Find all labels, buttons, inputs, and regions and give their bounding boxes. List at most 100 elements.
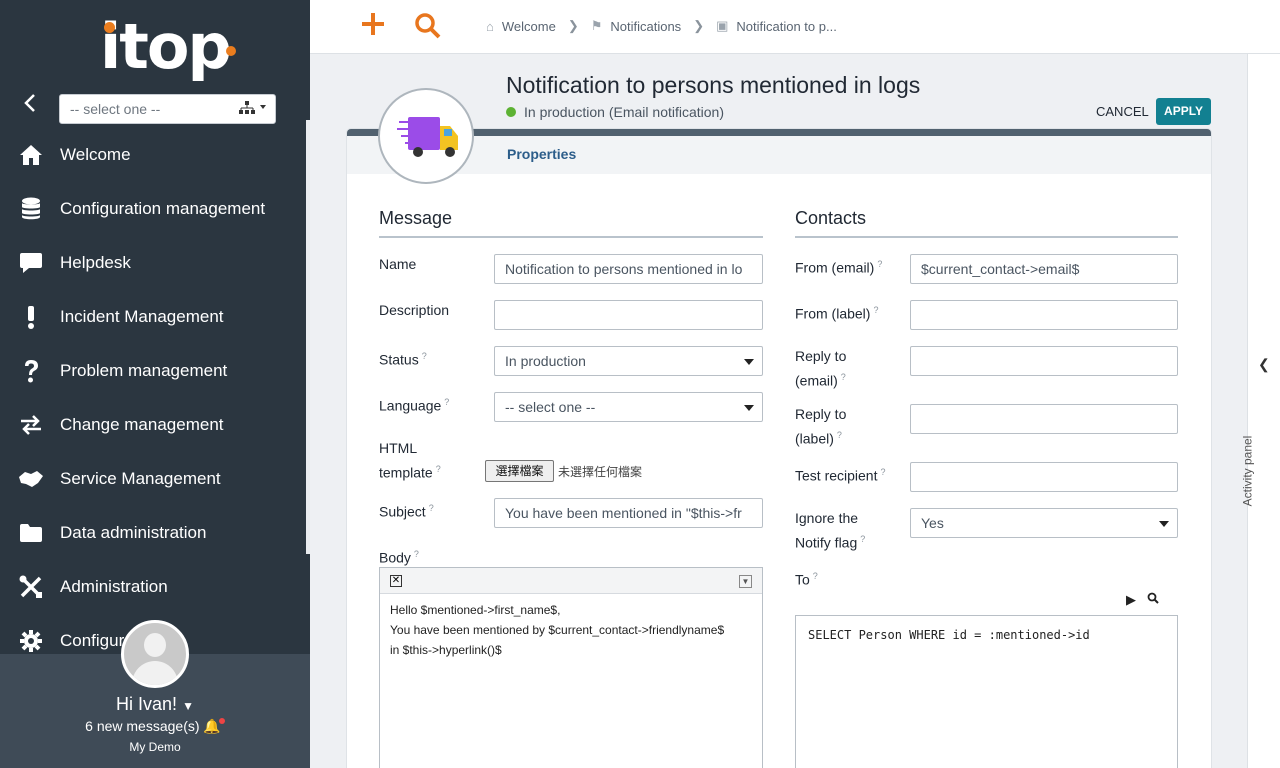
from-label-label-text: From (label) — [795, 305, 871, 322]
from-email-field[interactable]: $current_contact->email$ — [910, 254, 1178, 284]
html-template-label-line1: HTML — [379, 440, 418, 456]
oql-tools: ▶ — [1126, 592, 1159, 608]
menu-label: Welcome — [60, 145, 131, 164]
user-greeting-text: Hi Ivan! — [116, 694, 178, 714]
reply-to-email-label-line2: (email) — [795, 372, 838, 389]
question-icon — [18, 358, 44, 384]
new-messages-text: 6 new message(s) — [85, 718, 200, 734]
choose-file-button[interactable]: 選擇檔案 — [485, 460, 554, 482]
itop-logo[interactable]: itop — [96, 10, 246, 83]
activity-panel[interactable]: ❮ Activity panel — [1240, 54, 1280, 768]
help-icon[interactable]: ? — [880, 467, 885, 477]
search-icon[interactable] — [414, 12, 444, 42]
menu-item-configuration[interactable]: Configuration management — [0, 182, 306, 236]
reply-to-label-label: Reply to (label)? — [795, 404, 846, 450]
gear-icon — [18, 628, 44, 654]
menu-item-change[interactable]: Change management — [0, 398, 306, 452]
menu-item-data-admin[interactable]: Data administration — [0, 506, 306, 560]
body-editor[interactable]: ✕ ▼ Hello $mentioned->first_name$, You h… — [379, 567, 763, 768]
from-label-label: From (label)? — [795, 300, 878, 325]
reply-to-label-label-line2: (label) — [795, 430, 834, 447]
menu-label: Change management — [60, 415, 224, 434]
body-label-text: Body — [379, 549, 411, 566]
user-greeting[interactable]: Hi Ivan! ▼ — [0, 694, 310, 715]
help-icon[interactable]: ? — [414, 549, 419, 559]
help-icon[interactable]: ? — [877, 259, 882, 269]
dropdown-arrow-icon — [744, 405, 754, 411]
status-label-text: Status — [379, 351, 419, 368]
language-select[interactable]: -- select one -- — [494, 392, 763, 422]
menu-item-incident[interactable]: Incident Management — [0, 290, 306, 344]
status-select[interactable]: In production — [494, 346, 763, 376]
editor-menu-icon[interactable]: ▼ — [739, 575, 752, 588]
menu-item-administration[interactable]: Administration — [0, 560, 306, 614]
test-recipient-label-text: Test recipient — [795, 467, 878, 484]
body-line: You have been mentioned by $current_cont… — [390, 623, 725, 637]
help-icon[interactable]: ? — [873, 305, 878, 315]
help-icon[interactable]: ? — [860, 534, 865, 544]
menu-item-welcome[interactable]: Welcome — [0, 128, 306, 182]
user-organization: My Demo — [129, 740, 181, 754]
run-query-icon[interactable]: ▶ — [1126, 592, 1136, 607]
help-icon[interactable]: ? — [841, 372, 846, 382]
cancel-button[interactable]: CANCEL — [1090, 102, 1155, 121]
name-field[interactable]: Notification to persons mentioned in lo — [494, 254, 763, 284]
breadcrumb-notifications[interactable]: ⚑ Notifications — [591, 18, 681, 34]
breadcrumb-label: Welcome — [501, 18, 556, 34]
to-label: To? — [795, 566, 818, 591]
help-icon[interactable]: ? — [436, 464, 441, 474]
tab-properties[interactable]: Properties — [507, 146, 576, 162]
avatar[interactable] — [121, 620, 189, 688]
ignore-notify-select[interactable]: Yes — [910, 508, 1178, 538]
home-icon: ⌂ — [486, 18, 494, 34]
new-messages[interactable]: 6 new message(s) 🔔 — [0, 718, 310, 735]
message-divider — [379, 236, 763, 238]
collapse-sidebar-icon[interactable] — [20, 92, 42, 114]
new-object-icon[interactable] — [360, 10, 386, 42]
description-field[interactable] — [494, 300, 763, 330]
exchange-icon — [18, 412, 44, 438]
truck-icon — [397, 117, 458, 157]
help-icon[interactable]: ? — [422, 351, 427, 361]
sidebar-scrollbar[interactable] — [306, 120, 310, 554]
menu-item-service[interactable]: Service Management — [0, 452, 306, 506]
breadcrumb: ⌂ Welcome ❯ ⚑ Notifications ❯ ▣ Notificatio… — [486, 18, 837, 34]
breadcrumb-separator-icon: ❯ — [567, 18, 579, 33]
from-label-field[interactable] — [910, 300, 1178, 330]
chat-icon — [18, 250, 44, 276]
test-recipient-field[interactable] — [910, 462, 1178, 492]
dropdown-arrow-icon — [744, 359, 754, 365]
menu-item-helpdesk[interactable]: Helpdesk — [0, 236, 306, 290]
menu-item-problem[interactable]: Problem management — [0, 344, 306, 398]
maximize-editor-icon[interactable]: ✕ — [390, 575, 402, 587]
html-template-label: HTML template? — [379, 438, 441, 484]
hierarchy-icon — [239, 101, 267, 118]
apply-button[interactable]: APPLY — [1156, 98, 1211, 125]
reply-to-email-label-line1: Reply to — [795, 348, 847, 364]
help-icon[interactable]: ? — [837, 430, 842, 440]
message-section-title: Message — [379, 208, 453, 228]
expand-activity-icon[interactable]: ❮ — [1258, 356, 1270, 373]
breadcrumb-welcome[interactable]: ⌂ Welcome — [486, 19, 556, 34]
exclamation-icon — [18, 304, 44, 330]
html-template-label-line2: template — [379, 464, 433, 481]
to-query-field[interactable]: SELECT Person WHERE id = :mentioned->id — [795, 615, 1178, 768]
logo-text: itop — [100, 10, 232, 83]
reply-to-label-field[interactable] — [910, 404, 1178, 434]
breadcrumb-label: Notification to p... — [736, 18, 837, 34]
subject-field[interactable]: You have been mentioned in "$this->fr — [494, 498, 763, 528]
activity-panel-label: Activity panel — [1240, 435, 1255, 507]
dropdown-arrow-icon — [1159, 521, 1169, 527]
organization-select[interactable]: -- select one -- — [59, 94, 276, 124]
help-icon[interactable]: ? — [429, 503, 434, 513]
folder-icon — [18, 520, 44, 546]
search-icon[interactable] — [1147, 592, 1159, 607]
help-icon[interactable]: ? — [813, 571, 818, 581]
language-select-value: -- select one -- — [505, 399, 596, 415]
breadcrumb-current[interactable]: ▣ Notification to p... — [716, 18, 837, 34]
main-menu: Welcome Configuration management Helpdes… — [0, 128, 306, 668]
editor-content[interactable]: Hello $mentioned->first_name$, You have … — [380, 594, 762, 666]
help-icon[interactable]: ? — [444, 397, 449, 407]
logo-dot — [226, 46, 236, 56]
reply-to-email-field[interactable] — [910, 346, 1178, 376]
